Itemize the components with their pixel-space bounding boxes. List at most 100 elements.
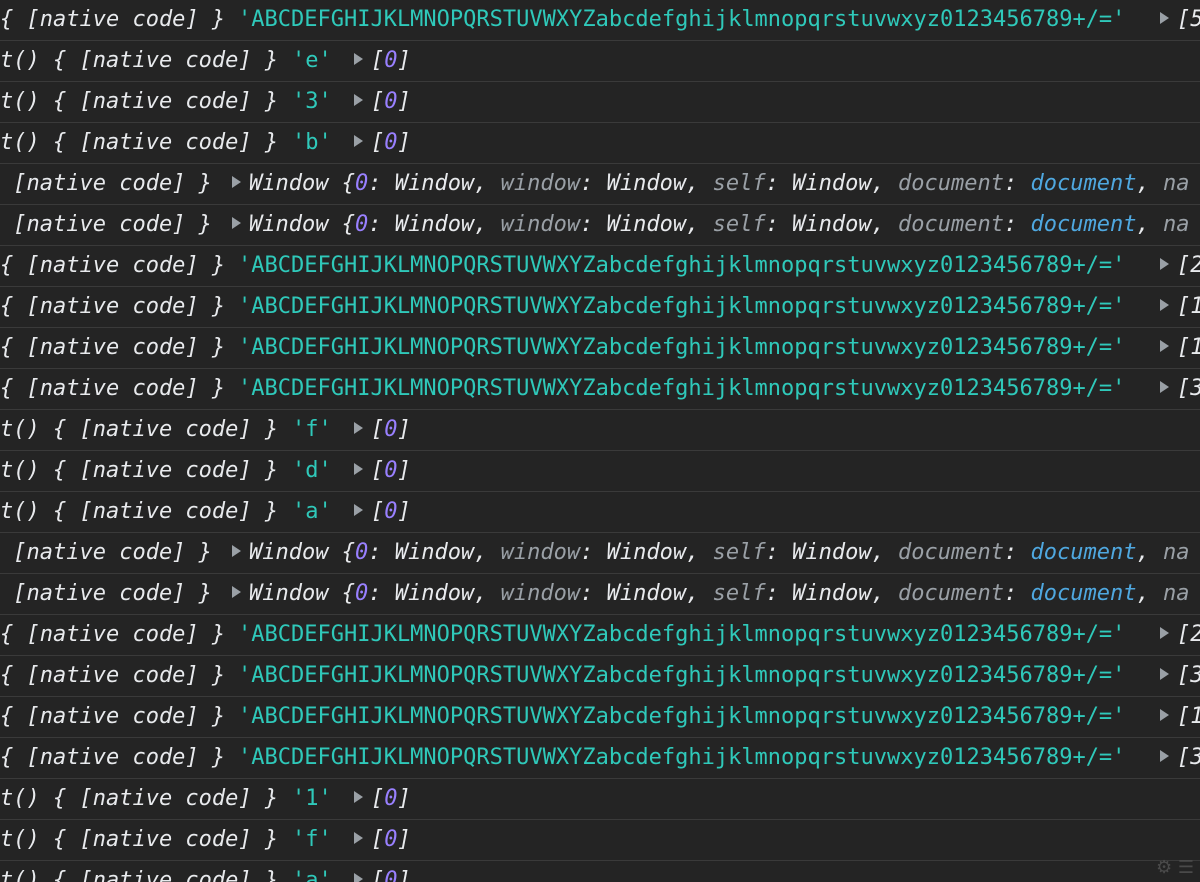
function-source-text: { [native code] } [0, 663, 239, 688]
expand-triangle-icon[interactable] [232, 217, 241, 229]
array-preview[interactable]: [0] [354, 820, 411, 860]
window-object-preview[interactable]: Window {0: Window, window: Window, self:… [249, 581, 1189, 606]
window-object[interactable]: Window {0: Window, window: Window, self:… [232, 205, 1189, 245]
string-value: 'ABCDEFGHIJKLMNOPQRSTUVWXYZabcdefghijklm… [238, 7, 1126, 32]
expand-triangle-icon[interactable] [354, 463, 363, 475]
expand-triangle-icon[interactable] [1160, 750, 1169, 762]
array-preview[interactable]: [0] [354, 861, 411, 882]
function-source-text: t() { [native code] } [0, 786, 292, 811]
array-preview[interactable]: [0] [354, 82, 411, 122]
array-preview-text: [2 [1177, 622, 1200, 647]
console-row: t() { [native code] } 'd' [0] [0, 451, 1200, 492]
function-source-text: t() { [native code] } [0, 89, 292, 114]
expand-triangle-icon[interactable] [354, 94, 363, 106]
array-preview[interactable]: [0] [354, 41, 411, 81]
array-preview[interactable]: [0] [354, 451, 411, 491]
string-value: 'ABCDEFGHIJKLMNOPQRSTUVWXYZabcdefghijklm… [238, 335, 1126, 360]
console-row: { [native code] } 'ABCDEFGHIJKLMNOPQRSTU… [0, 697, 1200, 738]
function-source-text: { [native code] } [0, 335, 239, 360]
function-source-text: t() { [native code] } [0, 458, 292, 483]
array-preview[interactable]: [0] [354, 123, 411, 163]
string-value: 'ABCDEFGHIJKLMNOPQRSTUVWXYZabcdefghijklm… [238, 376, 1126, 401]
expand-triangle-icon[interactable] [1160, 627, 1169, 639]
string-value: 'ABCDEFGHIJKLMNOPQRSTUVWXYZabcdefghijklm… [238, 704, 1126, 729]
function-source-text: { [native code] } [0, 376, 239, 401]
string-value: 'ABCDEFGHIJKLMNOPQRSTUVWXYZabcdefghijklm… [238, 294, 1126, 319]
console-row: t() { [native code] } '3' [0] [0, 82, 1200, 123]
console-row: [native code] } Window {0: Window, windo… [0, 533, 1200, 574]
array-preview[interactable]: [3 [1160, 738, 1200, 778]
expand-triangle-icon[interactable] [1160, 709, 1169, 721]
console-row: [native code] } Window {0: Window, windo… [0, 205, 1200, 246]
function-source-text: { [native code] } [0, 7, 239, 32]
expand-triangle-icon[interactable] [1160, 381, 1169, 393]
expand-triangle-icon[interactable] [354, 873, 363, 882]
array-preview[interactable]: [0] [354, 492, 411, 532]
expand-triangle-icon[interactable] [354, 135, 363, 147]
array-preview-text: [1 [1177, 704, 1200, 729]
array-preview-text: [2 [1177, 253, 1200, 278]
expand-triangle-icon[interactable] [354, 53, 363, 65]
window-object[interactable]: Window {0: Window, window: Window, self:… [232, 574, 1189, 614]
expand-triangle-icon[interactable] [354, 832, 363, 844]
console-row: { [native code] } 'ABCDEFGHIJKLMNOPQRSTU… [0, 328, 1200, 369]
console-row: { [native code] } 'ABCDEFGHIJKLMNOPQRSTU… [0, 287, 1200, 328]
console-row: t() { [native code] } 'e' [0] [0, 41, 1200, 82]
console-row: t() { [native code] } '1' [0] [0, 779, 1200, 820]
console-row: [native code] } Window {0: Window, windo… [0, 574, 1200, 615]
string-value: 'e' [292, 48, 332, 73]
expand-triangle-icon[interactable] [354, 422, 363, 434]
string-value: 'a' [292, 499, 332, 524]
array-preview[interactable]: [0] [354, 779, 411, 819]
string-value: 'ABCDEFGHIJKLMNOPQRSTUVWXYZabcdefghijklm… [238, 663, 1126, 688]
expand-triangle-icon[interactable] [354, 791, 363, 803]
expand-triangle-icon[interactable] [1160, 258, 1169, 270]
window-object-preview[interactable]: Window {0: Window, window: Window, self:… [249, 212, 1189, 237]
function-source-text: [native code] } [0, 581, 226, 606]
window-object[interactable]: Window {0: Window, window: Window, self:… [232, 164, 1189, 204]
array-preview-text: [0] [371, 89, 411, 114]
settings-icon[interactable]: ⚙ ☰ [1156, 857, 1194, 878]
array-preview[interactable]: [0] [354, 410, 411, 450]
expand-triangle-icon[interactable] [232, 545, 241, 557]
array-preview-text: [0] [371, 868, 411, 882]
string-value: 'f' [292, 827, 332, 852]
array-preview[interactable]: [2 [1160, 246, 1200, 286]
string-value: '3' [292, 89, 332, 114]
array-preview[interactable]: [1 [1160, 697, 1200, 737]
window-object-preview[interactable]: Window {0: Window, window: Window, self:… [249, 171, 1189, 196]
array-preview[interactable]: [3 [1160, 369, 1200, 409]
expand-triangle-icon[interactable] [1160, 12, 1169, 24]
array-preview[interactable]: [5 [1160, 0, 1200, 40]
console-row: t() { [native code] } 'b' [0] [0, 123, 1200, 164]
function-source-text: [native code] } [0, 171, 226, 196]
function-source-text: t() { [native code] } [0, 499, 292, 524]
console-row: [native code] } Window {0: Window, windo… [0, 164, 1200, 205]
expand-triangle-icon[interactable] [232, 176, 241, 188]
array-preview-text: [0] [371, 827, 411, 852]
string-value: 'a' [292, 868, 332, 882]
array-preview[interactable]: [3 [1160, 656, 1200, 696]
array-preview[interactable]: [2 [1160, 615, 1200, 655]
window-object[interactable]: Window {0: Window, window: Window, self:… [232, 533, 1189, 573]
array-preview[interactable]: [1 [1160, 328, 1200, 368]
console-row: { [native code] } 'ABCDEFGHIJKLMNOPQRSTU… [0, 615, 1200, 656]
expand-triangle-icon[interactable] [1160, 668, 1169, 680]
console-output: { [native code] } 'ABCDEFGHIJKLMNOPQRSTU… [0, 0, 1200, 882]
window-object-preview[interactable]: Window {0: Window, window: Window, self:… [249, 540, 1189, 565]
array-preview-text: [3 [1177, 376, 1200, 401]
expand-triangle-icon[interactable] [1160, 299, 1169, 311]
function-source-text: [native code] } [0, 540, 226, 565]
function-source-text: [native code] } [0, 212, 226, 237]
expand-triangle-icon[interactable] [1160, 340, 1169, 352]
expand-triangle-icon[interactable] [232, 586, 241, 598]
function-source-text: t() { [native code] } [0, 48, 292, 73]
array-preview[interactable]: [1 [1160, 287, 1200, 327]
string-value: 'ABCDEFGHIJKLMNOPQRSTUVWXYZabcdefghijklm… [238, 253, 1126, 278]
string-value: 'ABCDEFGHIJKLMNOPQRSTUVWXYZabcdefghijklm… [238, 745, 1126, 770]
array-preview-text: [1 [1177, 294, 1200, 319]
array-preview-text: [1 [1177, 335, 1200, 360]
expand-triangle-icon[interactable] [354, 504, 363, 516]
array-preview-text: [0] [371, 786, 411, 811]
array-preview-text: [5 [1177, 7, 1200, 32]
